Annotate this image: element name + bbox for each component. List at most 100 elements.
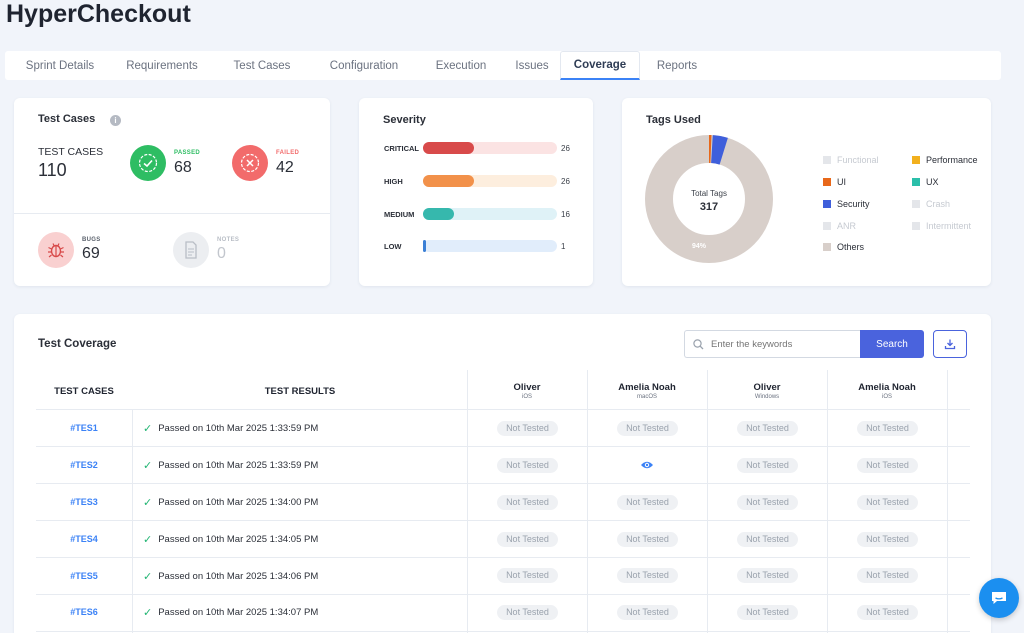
status-pill[interactable]: Not Tested — [617, 532, 678, 547]
bug-icon — [38, 232, 74, 268]
status-pill[interactable]: Not Tested — [497, 605, 558, 620]
tab-configuration[interactable]: Configuration — [310, 51, 418, 80]
tab-issues[interactable]: Issues — [504, 51, 560, 80]
test-result-text: Passed on 10th Mar 2025 1:33:59 PM — [158, 460, 319, 471]
download-button[interactable] — [933, 330, 967, 358]
donut-center-value: 317 — [699, 201, 719, 213]
status-pill[interactable]: Not Tested — [497, 532, 558, 547]
severity-count-low: 1 — [561, 242, 566, 251]
column-divider — [587, 370, 588, 633]
severity-bar-critical — [423, 142, 557, 154]
status-pill[interactable]: Not Tested — [617, 495, 678, 510]
status-pill[interactable]: Not Tested — [617, 421, 678, 436]
legend-swatch — [912, 222, 920, 230]
status-pill[interactable]: Not Tested — [737, 421, 798, 436]
header-tester-name: Amelia Noah — [618, 382, 676, 393]
header-tester-platform: Windows — [754, 394, 780, 400]
tab-coverage[interactable]: Coverage — [560, 51, 640, 80]
severity-fill-critical — [423, 142, 474, 154]
test-case-link[interactable]: #TES3 — [36, 497, 132, 507]
severity-bar-high — [423, 175, 557, 187]
tab-bar: Sprint Details Requirements Test Cases C… — [5, 51, 1001, 80]
test-case-link[interactable]: #TES5 — [36, 571, 132, 581]
status-pill[interactable]: Not Tested — [857, 495, 918, 510]
tags-card-title: Tags Used — [646, 114, 701, 126]
row-divider — [36, 483, 970, 484]
legend-label: UI — [837, 177, 846, 187]
test-result-text: Passed on 10th Mar 2025 1:34:00 PM — [158, 497, 319, 508]
header-tester-platform: macOS — [636, 394, 657, 400]
legend-label: ANR — [837, 221, 857, 231]
notes-icon — [173, 232, 209, 268]
chat-icon — [992, 592, 1006, 604]
test-result: ✓ Passed on 10th Mar 2025 1:34:00 PM — [143, 496, 318, 509]
test-case-link[interactable]: #TES1 — [36, 423, 132, 433]
notes-value: 0 — [217, 245, 226, 262]
tab-execution[interactable]: Execution — [418, 51, 504, 80]
status-pill[interactable]: Not Tested — [737, 605, 798, 620]
severity-count-high: 26 — [561, 177, 570, 186]
bugs-label: BUGS — [82, 237, 101, 243]
legend-label: Functional — [837, 155, 879, 165]
tab-sprint-details[interactable]: Sprint Details — [10, 51, 110, 80]
legend-label: Performance — [926, 155, 978, 165]
status-pill[interactable]: Not Tested — [857, 605, 918, 620]
status-pill[interactable]: Not Tested — [497, 458, 558, 473]
legend-performance: Performance — [912, 155, 978, 165]
header-tester-name: Oliver — [513, 382, 541, 393]
test-result-text: Passed on 10th Mar 2025 1:34:07 PM — [158, 607, 319, 618]
test-result-text: Passed on 10th Mar 2025 1:34:06 PM — [158, 571, 319, 582]
legend-label: Others — [837, 242, 865, 252]
test-coverage-card — [14, 314, 991, 633]
search-box — [684, 330, 861, 358]
legend-label: Crash — [926, 199, 951, 209]
tags-donut-chart — [645, 135, 773, 263]
search-button[interactable]: Search — [860, 330, 924, 358]
status-pill[interactable]: Not Tested — [497, 495, 558, 510]
severity-card — [359, 98, 593, 286]
status-pill[interactable]: Not Tested — [857, 532, 918, 547]
bugs-value: 69 — [82, 245, 100, 262]
status-pill[interactable]: Not Tested — [857, 421, 918, 436]
status-pill[interactable]: Not Tested — [737, 458, 798, 473]
passed-icon — [130, 145, 166, 181]
donut-segment-others — [645, 135, 773, 263]
test-cases-card-title: Test Cases — [38, 113, 96, 125]
status-pill[interactable]: Not Tested — [617, 568, 678, 583]
test-case-link[interactable]: #TES2 — [36, 460, 132, 470]
check-icon: ✓ — [143, 571, 153, 583]
tab-requirements[interactable]: Requirements — [110, 51, 214, 80]
app-title: HyperCheckout — [6, 0, 191, 28]
chat-button[interactable] — [979, 578, 1019, 618]
status-pill[interactable]: Not Tested — [617, 605, 678, 620]
card-divider — [14, 213, 330, 214]
search-input[interactable] — [711, 331, 861, 357]
status-pill[interactable]: Not Tested — [737, 532, 798, 547]
status-pill[interactable]: Not Tested — [497, 568, 558, 583]
test-case-link[interactable]: #TES4 — [36, 534, 132, 544]
tab-test-cases[interactable]: Test Cases — [214, 51, 310, 80]
notes-label: NOTES — [217, 237, 240, 243]
status-pill[interactable]: Not Tested — [857, 458, 918, 473]
legend-crash: Crash — [912, 199, 950, 209]
eye-icon[interactable] — [640, 460, 654, 470]
severity-bar-medium — [423, 208, 557, 220]
check-icon: ✓ — [143, 460, 153, 472]
status-pill[interactable]: Not Tested — [737, 568, 798, 583]
legend-swatch — [823, 243, 831, 251]
status-pill[interactable]: Not Tested — [497, 421, 558, 436]
row-divider — [36, 409, 970, 410]
test-case-link[interactable]: #TES6 — [36, 607, 132, 617]
test-coverage-title: Test Coverage — [38, 338, 117, 350]
severity-count-medium: 16 — [561, 210, 570, 219]
info-icon[interactable]: i — [110, 115, 121, 126]
passed-label: PASSED — [174, 150, 201, 156]
status-pill[interactable]: Not Tested — [857, 568, 918, 583]
tab-reports[interactable]: Reports — [640, 51, 714, 80]
legend-others: Others — [823, 242, 864, 252]
donut-segment-label: 94% — [692, 243, 707, 250]
status-pill[interactable]: Not Tested — [737, 495, 798, 510]
header-tester-name: Oliver — [753, 382, 781, 393]
legend-functional: Functional — [823, 155, 879, 165]
legend-ui: UI — [823, 177, 846, 187]
